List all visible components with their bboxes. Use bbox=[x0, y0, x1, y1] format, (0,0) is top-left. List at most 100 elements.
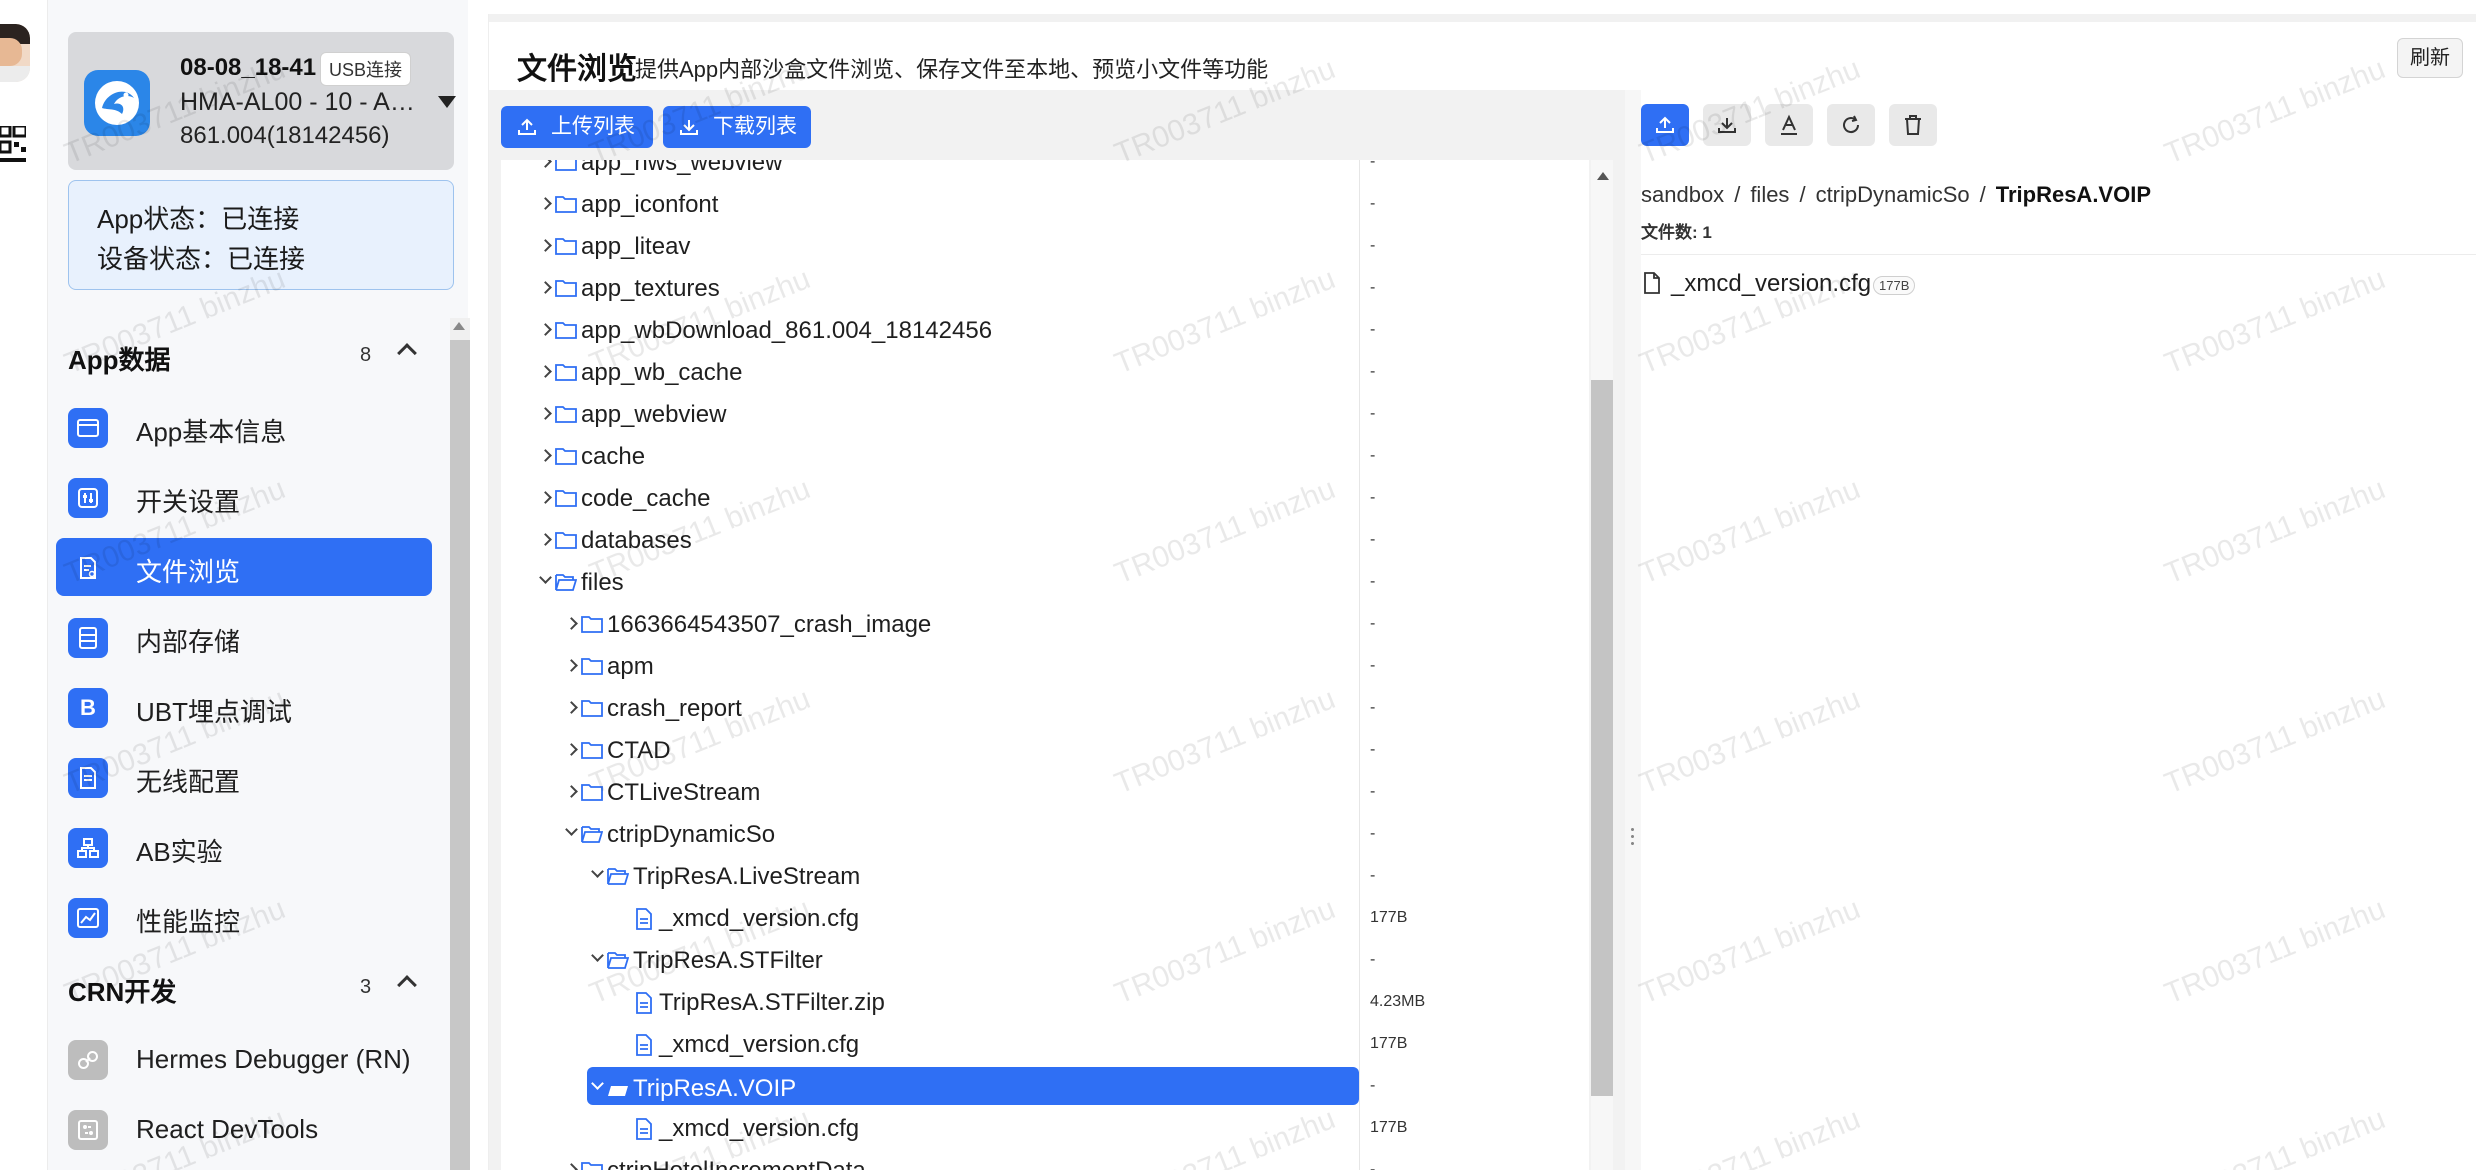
qr-code-icon[interactable] bbox=[0, 126, 26, 166]
download-list-button[interactable]: 下载列表 bbox=[663, 106, 811, 148]
tree-folder-row[interactable]: app_wb_cache - bbox=[501, 351, 1589, 393]
file-size: - bbox=[1370, 741, 1376, 758]
download-file-button[interactable] bbox=[1703, 104, 1751, 146]
text-preview-button[interactable] bbox=[1765, 104, 1813, 146]
section-title: App数据 bbox=[68, 345, 171, 375]
reload-button[interactable] bbox=[1827, 104, 1875, 146]
chevron-right-icon[interactable] bbox=[539, 491, 552, 504]
section-header[interactable]: App数据 8 bbox=[68, 336, 438, 376]
section-header[interactable]: CRN开发 3 bbox=[68, 968, 438, 1008]
chevron-down-icon[interactable] bbox=[565, 823, 578, 836]
tree-file-row[interactable]: _xmcd_version.cfg 177B bbox=[501, 1107, 1589, 1149]
chevron-right-icon[interactable] bbox=[539, 407, 552, 420]
chevron-down-icon[interactable] bbox=[591, 949, 604, 962]
sidebar-item[interactable]: 性能监控 bbox=[56, 888, 432, 946]
device-model: HMA-AL00 - 10 - AP... bbox=[180, 88, 420, 116]
upload-list-button[interactable]: 上传列表 bbox=[501, 106, 653, 148]
file-size: - bbox=[1370, 573, 1376, 590]
refresh-button[interactable]: 刷新 bbox=[2397, 38, 2463, 78]
file-size: - bbox=[1370, 1077, 1376, 1094]
tree-scrollbar-thumb[interactable] bbox=[1591, 380, 1613, 1096]
tree-folder-row[interactable]: ctripHotelIncrementData - bbox=[501, 1149, 1589, 1170]
sidebar-item[interactable]: 内部存储 bbox=[56, 608, 432, 666]
folder-open-icon bbox=[607, 950, 630, 970]
chevron-right-icon[interactable] bbox=[539, 197, 552, 210]
tree-folder-row[interactable]: app_hws_webview - bbox=[501, 160, 1589, 183]
size-cell: - bbox=[1359, 939, 1589, 981]
tree-scrollbar[interactable] bbox=[1591, 160, 1613, 1170]
scroll-up-arrow-icon[interactable] bbox=[1597, 172, 1609, 180]
delete-button[interactable] bbox=[1889, 104, 1937, 146]
breadcrumb-item[interactable]: files bbox=[1750, 182, 1789, 207]
sidebar-item[interactable]: 无线配置 bbox=[56, 748, 432, 806]
tree-node-label: ctripHotelIncrementData bbox=[607, 1157, 866, 1170]
chevron-right-icon[interactable] bbox=[539, 323, 552, 336]
tree-folder-row[interactable]: cache - bbox=[501, 435, 1589, 477]
sidebar-scrollbar-thumb[interactable] bbox=[450, 340, 470, 1170]
drag-handle-icon[interactable] bbox=[1631, 826, 1634, 848]
upload-file-button[interactable] bbox=[1641, 104, 1689, 146]
tree-folder-row[interactable]: app_wbDownload_861.004_18142456 - bbox=[501, 309, 1589, 351]
chevron-right-icon[interactable] bbox=[539, 160, 552, 168]
breadcrumb-item[interactable]: ctripDynamicSo bbox=[1816, 182, 1970, 207]
tree-file-row[interactable]: _xmcd_version.cfg 177B bbox=[501, 1023, 1589, 1065]
tree-node-label: code_cache bbox=[581, 485, 711, 512]
tree-folder-row[interactable]: CTLiveStream - bbox=[501, 771, 1589, 813]
sidebar-item-react-devtools[interactable]: React DevTools bbox=[56, 1100, 432, 1158]
device-selector[interactable]: 08-08_18-41 USB连接 HMA-AL00 - 10 - AP... … bbox=[68, 32, 456, 170]
chevron-right-icon[interactable] bbox=[565, 701, 578, 714]
tree-folder-row[interactable]: ctripDynamicSo - bbox=[501, 813, 1589, 855]
chevron-right-icon[interactable] bbox=[565, 659, 578, 672]
tree-folder-row[interactable]: apm - bbox=[501, 645, 1589, 687]
tree-folder-row[interactable]: TripResA.VOIP - bbox=[501, 1065, 1589, 1107]
tree-folder-row[interactable]: app_textures - bbox=[501, 267, 1589, 309]
chevron-right-icon[interactable] bbox=[539, 281, 552, 294]
sidebar-item-hermes-debugger-rn[interactable]: Hermes Debugger (RN) bbox=[56, 1030, 432, 1088]
sidebar-item-label: AB实验 bbox=[136, 837, 223, 867]
sidebar-item-ubt[interactable]: B UBT埋点调试 bbox=[56, 678, 432, 736]
scroll-up-arrow-icon[interactable] bbox=[453, 322, 465, 330]
size-cell: - bbox=[1359, 393, 1589, 435]
tree-folder-row[interactable]: app_webview - bbox=[501, 393, 1589, 435]
tree-file-row[interactable]: TripResA.STFilter.zip 4.23MB bbox=[501, 981, 1589, 1023]
caret-down-icon[interactable] bbox=[438, 96, 456, 108]
chevron-right-icon[interactable] bbox=[565, 785, 578, 798]
pane-splitter[interactable] bbox=[1625, 90, 1641, 1170]
breadcrumb-item[interactable]: sandbox bbox=[1641, 182, 1724, 207]
chevron-right-icon[interactable] bbox=[565, 1163, 578, 1170]
sidebar-item-label: 文件浏览 bbox=[136, 557, 241, 587]
chevron-down-icon[interactable] bbox=[591, 1077, 604, 1090]
chevron-right-icon[interactable] bbox=[565, 617, 578, 630]
tree-file-row[interactable]: _xmcd_version.cfg 177B bbox=[501, 897, 1589, 939]
chevron-right-icon[interactable] bbox=[565, 743, 578, 756]
device-status: 设备状态：已连接 bbox=[97, 244, 306, 274]
tree-folder-row[interactable]: TripResA.LiveStream - bbox=[501, 855, 1589, 897]
tree-folder-row[interactable]: app_liteav - bbox=[501, 225, 1589, 267]
sidebar-item-label: 无线配置 bbox=[136, 767, 241, 797]
tree-folder-row[interactable]: TripResA.STFilter - bbox=[501, 939, 1589, 981]
page-title: 文件浏览 bbox=[517, 53, 637, 86]
tree-folder-row[interactable]: crash_report - bbox=[501, 687, 1589, 729]
tree-folder-row[interactable]: code_cache - bbox=[501, 477, 1589, 519]
tree-folder-row[interactable]: app_iconfont - bbox=[501, 183, 1589, 225]
chevron-up-icon[interactable] bbox=[397, 975, 417, 995]
file-tree-pane: 上传列表 下载列表 app_hws_webview - app_iconfont - a… bbox=[489, 90, 1625, 1170]
tree-folder-row[interactable]: 1663664543507_crash_image - bbox=[501, 603, 1589, 645]
chevron-right-icon[interactable] bbox=[539, 365, 552, 378]
user-avatar[interactable] bbox=[0, 24, 30, 82]
selected-row-highlight[interactable]: TripResA.VOIP bbox=[587, 1067, 1359, 1105]
chevron-down-icon[interactable] bbox=[591, 865, 604, 878]
tree-node-label: TripResA.STFilter bbox=[633, 947, 823, 974]
sidebar-item[interactable]: 文件浏览 bbox=[56, 538, 432, 596]
sidebar-item[interactable]: 开关设置 bbox=[56, 468, 432, 526]
tree-folder-row[interactable]: files - bbox=[501, 561, 1589, 603]
chevron-right-icon[interactable] bbox=[539, 533, 552, 546]
chevron-down-icon[interactable] bbox=[539, 571, 552, 584]
sidebar-item-ab[interactable]: AB实验 bbox=[56, 818, 432, 876]
chevron-right-icon[interactable] bbox=[539, 449, 552, 462]
tree-folder-row[interactable]: CTAD - bbox=[501, 729, 1589, 771]
chevron-up-icon[interactable] bbox=[397, 343, 417, 363]
chevron-right-icon[interactable] bbox=[539, 239, 552, 252]
tree-folder-row[interactable]: databases - bbox=[501, 519, 1589, 561]
sidebar-item-app[interactable]: App基本信息 bbox=[56, 398, 432, 456]
